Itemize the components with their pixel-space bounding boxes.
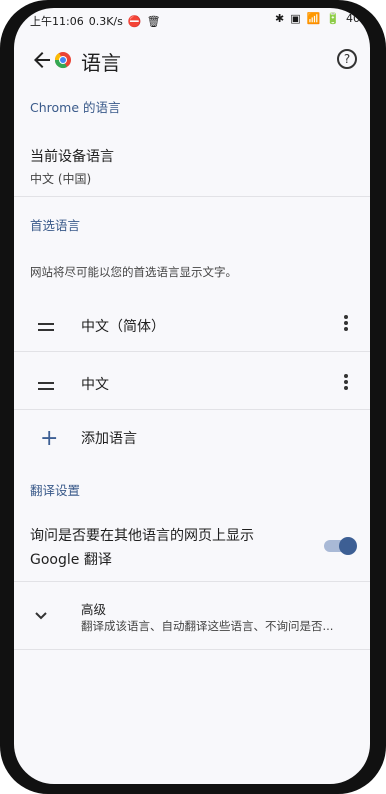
page-title: 语言 [81,51,121,75]
device-language-title: 当前设备语言 [30,149,114,165]
section-translate-settings: 翻译设置 [30,483,81,498]
bluetooth-icon: ✱ [274,12,285,25]
advanced-item[interactable]: 高级 翻译成该语言、自动翻译这些语言、不询问是否... [14,596,370,648]
add-icon: + [40,426,59,451]
trash-icon: 🗑 [146,14,161,28]
status-icon: ⛔ [127,14,142,28]
back-arrow-icon[interactable] [30,48,54,72]
language-row[interactable]: 中文（简体） [14,301,370,351]
svg-text:?: ? [344,52,350,66]
add-language-label: 添加语言 [81,431,137,447]
language-row[interactable]: 中文 [14,360,370,410]
translate-offer-line1: 询问是否要在其他语言的网页上显示 [30,528,254,544]
app-bar: 语言 ? [14,38,370,86]
phone-frame: 上午11:06 0.3K/s ⛔ 🗑 ✱ ▣ 📶 🔋 40 语言 ? Chrom… [0,0,386,794]
battery-level: 40 [346,12,360,25]
chevron-down-icon [35,612,47,620]
drag-handle-icon[interactable] [38,323,54,335]
status-bar: 上午11:06 0.3K/s ⛔ 🗑 ✱ ▣ 📶 🔋 40 [14,8,370,32]
more-options-icon[interactable] [344,374,348,392]
drag-handle-icon[interactable] [38,382,54,394]
translate-toggle[interactable] [324,537,357,555]
divider [14,649,370,650]
divider [14,581,370,582]
sim-icon: ▣ [290,12,301,25]
status-time: 上午11:06 [30,15,84,28]
translate-offer-item[interactable]: 询问是否要在其他语言的网页上显示 Google 翻译 [14,525,370,581]
screen: 上午11:06 0.3K/s ⛔ 🗑 ✱ ▣ 📶 🔋 40 语言 ? Chrom… [14,8,370,784]
add-language-button[interactable]: + 添加语言 [14,418,370,458]
battery-icon: 🔋 [326,12,340,25]
wifi-icon: 📶 [306,12,321,25]
more-options-icon[interactable] [344,315,348,333]
help-icon[interactable]: ? [336,48,358,70]
divider [14,196,370,197]
advanced-subtitle: 翻译成该语言、自动翻译这些语言、不询问是否... [81,619,334,633]
language-name: 中文 [81,377,109,393]
status-speed: 0.3K/s [88,14,123,28]
advanced-title: 高级 [81,602,107,617]
section-preferred-languages: 首选语言 [30,218,81,233]
device-language-item[interactable]: 当前设备语言 中文 (中国) [14,146,370,196]
section-chrome-language: Chrome 的语言 [30,100,121,115]
device-language-value: 中文 (中国) [30,172,92,186]
divider [14,351,370,352]
language-name: 中文（简体） [81,319,165,335]
translate-offer-line2: Google 翻译 [30,552,112,568]
divider [14,409,370,410]
toggle-knob [339,537,357,555]
preferred-description: 网站将尽可能以您的首选语言显示文字。 [30,265,237,279]
chrome-icon [54,52,71,69]
